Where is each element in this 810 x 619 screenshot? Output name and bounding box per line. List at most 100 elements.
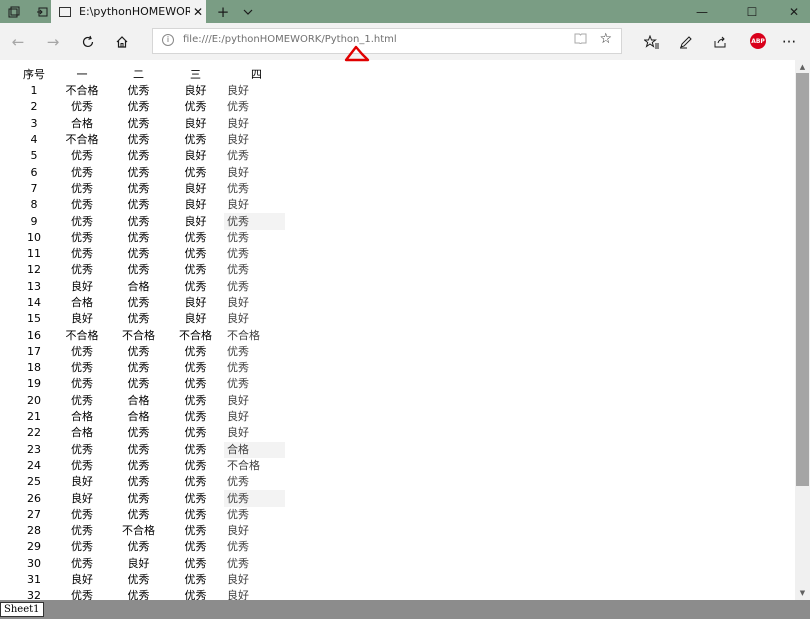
grade-cell: 优秀: [71, 507, 93, 521]
grade-cell: 优秀: [71, 230, 93, 244]
scroll-down-icon[interactable]: ▼: [795, 587, 810, 599]
grade-cell: 优秀: [71, 540, 93, 554]
grade-cell: 优秀: [227, 507, 249, 521]
grade-cell: 良好: [227, 165, 249, 179]
maximize-button[interactable]: ☐: [730, 0, 774, 23]
tab-close-icon[interactable]: ✕: [190, 5, 206, 19]
row-number-cell: 3: [30, 116, 38, 130]
grade-cell: 优秀: [227, 344, 249, 358]
grade-cell: 优秀: [71, 198, 93, 212]
grade-cell: 优秀: [71, 377, 93, 391]
grade-cell: 优秀: [184, 458, 207, 472]
column-header: 二: [133, 68, 144, 81]
table-row: 31 良好 优秀 优秀 良好: [14, 572, 285, 588]
grade-cell: 优秀: [127, 361, 150, 375]
window-close-button[interactable]: ✕: [772, 0, 810, 23]
grade-cell: 优秀: [71, 181, 93, 195]
grade-cell: 优秀: [71, 263, 93, 277]
column-header: 序号: [23, 68, 45, 81]
grade-cell: 优秀: [127, 181, 150, 195]
new-tab-icon[interactable]: +: [213, 0, 233, 23]
row-number-cell: 14: [27, 296, 41, 309]
row-number-cell: 20: [27, 393, 41, 407]
table-row: 1 不合格 优秀 良好 良好: [14, 83, 285, 99]
scroll-up-icon[interactable]: ▲: [795, 61, 810, 73]
grade-cell: 优秀: [184, 442, 207, 456]
grade-cell: 优秀: [184, 573, 207, 587]
favorites-hub-icon[interactable]: [641, 31, 663, 53]
grade-cell: 合格: [71, 116, 93, 130]
grade-cell: 优秀: [71, 393, 93, 407]
grade-cell: 不合格: [122, 524, 155, 538]
row-number-cell: 15: [27, 312, 41, 326]
table-row: 24 优秀 优秀 优秀 不合格: [14, 458, 285, 474]
grade-cell: 优秀: [127, 100, 150, 114]
favorite-star-icon[interactable]: ☆: [599, 31, 612, 47]
grade-cell: 优秀: [71, 149, 93, 163]
minimize-button[interactable]: —: [680, 0, 724, 23]
more-menu-icon[interactable]: ···: [778, 31, 800, 53]
info-icon[interactable]: i: [162, 34, 174, 46]
grade-cell: 良好: [184, 149, 207, 163]
grade-cell: 不合格: [122, 328, 155, 342]
grade-cell: 优秀: [227, 279, 249, 293]
grade-cell: 良好: [227, 133, 249, 147]
grade-cell: 良好: [227, 524, 249, 538]
tab-title: E:\pythonHOMEWORK\: [79, 5, 190, 18]
forward-arrow-icon[interactable]: →: [42, 31, 64, 53]
grade-cell: 优秀: [227, 540, 249, 554]
column-header: 三: [190, 68, 201, 81]
row-number-cell: 2: [30, 100, 38, 114]
table-row: 10 优秀 优秀 优秀 优秀: [14, 230, 285, 246]
grade-cell: 优秀: [184, 230, 207, 244]
grade-cell: 优秀: [71, 100, 93, 114]
row-number-cell: 18: [27, 361, 41, 375]
scrollbar-thumb[interactable]: [796, 73, 809, 486]
row-number-cell: 1: [30, 84, 38, 98]
grade-cell: 优秀: [227, 377, 249, 391]
table-row: 22 合格 优秀 优秀 良好: [14, 425, 285, 441]
grade-cell: 优秀: [227, 181, 249, 195]
grade-cell: 合格: [224, 441, 285, 458]
grade-cell: 合格: [71, 410, 93, 424]
grade-cell: 合格: [127, 410, 150, 424]
adblock-plus-icon[interactable]: ABP: [750, 33, 766, 49]
grade-cell: 优秀: [71, 556, 93, 570]
grade-cell: 良好: [71, 573, 93, 587]
grade-cell: 优秀: [127, 133, 150, 147]
grade-cell: 优秀: [184, 279, 207, 293]
row-number-cell: 5: [30, 149, 38, 163]
grade-cell: 优秀: [184, 263, 207, 277]
grade-cell: 优秀: [184, 507, 207, 521]
table-row: 4 不合格 优秀 优秀 良好: [14, 132, 285, 148]
address-bar[interactable]: i file:///E:/pythonHOMEWORK/Python_1.htm…: [152, 28, 622, 54]
sheet-tab[interactable]: Sheet1: [0, 602, 44, 617]
grade-cell: 良好: [227, 573, 249, 587]
grade-cell: 优秀: [184, 491, 207, 505]
grade-cell: 优秀: [224, 490, 285, 507]
grade-cell: 优秀: [127, 296, 150, 309]
table-row: 26 良好 优秀 优秀 优秀: [14, 490, 285, 507]
row-number-cell: 7: [30, 181, 38, 195]
grade-cell: 优秀: [184, 410, 207, 424]
grade-cell: 良好: [71, 279, 93, 293]
row-number-cell: 9: [30, 214, 38, 228]
pen-notes-icon[interactable]: [675, 31, 697, 53]
row-number-cell: 24: [27, 458, 41, 472]
grade-cell: 优秀: [127, 116, 150, 130]
home-icon[interactable]: [111, 31, 133, 53]
grade-cell: 良好: [184, 214, 207, 228]
grade-cell: 优秀: [127, 589, 150, 600]
grade-cell: 不合格: [227, 458, 260, 472]
refresh-icon[interactable]: [77, 31, 99, 53]
tab-actions-icon[interactable]: [0, 0, 28, 23]
grade-cell: 良好: [227, 84, 249, 98]
chevron-down-icon[interactable]: [240, 0, 256, 23]
back-arrow-icon[interactable]: ←: [7, 31, 29, 53]
share-icon[interactable]: [709, 31, 731, 53]
table-row: 3 合格 优秀 良好 良好: [14, 116, 285, 132]
grade-cell: 优秀: [71, 247, 93, 261]
table-row: 17 优秀 优秀 优秀 优秀: [14, 344, 285, 360]
browser-tab[interactable]: E:\pythonHOMEWORK\ ✕: [51, 0, 206, 23]
reading-view-icon[interactable]: [574, 33, 587, 47]
